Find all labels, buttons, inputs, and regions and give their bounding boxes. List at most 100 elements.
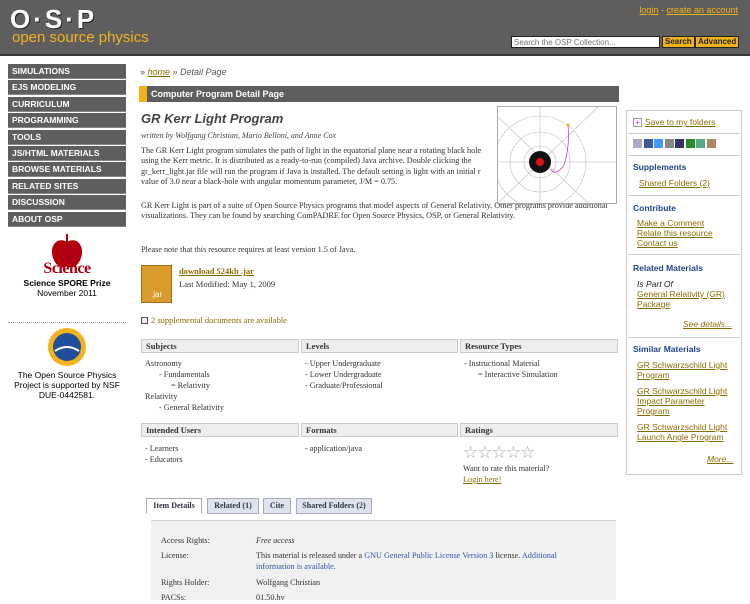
nsf-support: The Open Source Physics Project is suppo… <box>8 322 126 400</box>
pacs-label: PACSs: <box>161 593 187 602</box>
breadcrumb-prefix: » <box>140 67 148 77</box>
intended-users-heading: Intended Users <box>141 423 299 437</box>
level-item: - Upper Undergraduate <box>305 359 381 368</box>
similar-material-link[interactable]: GR Schwarzschild Light Impact Parameter … <box>637 386 737 416</box>
gpl-link[interactable]: GNU General Public License Version 3 <box>364 551 493 560</box>
level-item: - Graduate/Professional <box>305 381 383 390</box>
save-label: Save to my folders <box>645 117 716 127</box>
subject-item: = Relativity <box>171 381 210 390</box>
make-comment-link[interactable]: Make a Comment <box>637 218 704 228</box>
nav-programming[interactable]: PROGRAMMING <box>8 113 126 129</box>
format-item: - application/java <box>305 444 363 453</box>
gr-package-link[interactable]: General Relativity (GR) Package <box>637 289 737 309</box>
see-details-link[interactable]: See details... <box>683 319 732 329</box>
rate-question: Want to rate this material? <box>463 464 550 473</box>
nsf-logo-icon[interactable] <box>47 327 87 367</box>
formats-list: - application/java <box>305 443 362 454</box>
similar-material-link[interactable]: GR Schwarzschild Light Program <box>637 360 737 380</box>
jar-file-icon[interactable]: .jar <box>141 265 172 303</box>
stumble-icon[interactable] <box>685 139 695 148</box>
subject-item: - Fundamentals <box>159 370 210 379</box>
tab-item-details[interactable]: Item Details <box>146 498 202 514</box>
advanced-search-button[interactable]: Advanced <box>695 36 740 48</box>
main-nav: SIMULATIONS EJS MODELING CURRICULUM PROG… <box>8 64 126 228</box>
nav-js-html-materials[interactable]: JS/HTML MATERIALS <box>8 145 126 161</box>
license-suffix: license. <box>493 551 522 560</box>
level-item: - Lower Undergraduate <box>305 370 382 379</box>
expand-icon[interactable] <box>141 317 148 324</box>
levels-heading: Levels <box>301 339 458 353</box>
subject-item: - General Relativity <box>159 403 225 412</box>
contribute-heading: Contribute <box>633 203 676 213</box>
resource-types-heading: Resource Types <box>460 339 618 353</box>
levels-list: - Upper Undergraduate - Lower Undergradu… <box>305 358 383 391</box>
rate-prompt: Want to rate this material? Login here! <box>463 463 549 485</box>
download-link[interactable]: download 524kb .jar <box>179 266 254 276</box>
tab-shared-folders[interactable]: Shared Folders (2) <box>296 498 372 514</box>
nav-browse-materials[interactable]: BROWSE MATERIALS <box>8 162 126 178</box>
contact-us-link[interactable]: Contact us <box>637 238 678 248</box>
divider <box>628 254 740 255</box>
type-item: = Interactive Simulation <box>478 370 558 379</box>
nav-simulations[interactable]: SIMULATIONS <box>8 64 126 79</box>
plus-icon: + <box>633 118 642 127</box>
bookmark-icon[interactable] <box>664 139 674 148</box>
login-to-rate-link[interactable]: Login here! <box>463 474 549 485</box>
access-rights-value: Free access <box>256 536 295 545</box>
ratings-heading: Ratings <box>460 423 618 437</box>
user-item: - Educators <box>145 455 183 464</box>
subjects-heading: Subjects <box>141 339 299 353</box>
breadcrumb: » home » Detail Page <box>140 67 227 77</box>
program-screenshot[interactable] <box>493 106 617 209</box>
search-input[interactable] <box>511 36 660 48</box>
divider <box>628 195 740 196</box>
nav-discussion[interactable]: DISCUSSION <box>8 195 126 211</box>
nav-tools[interactable]: TOOLS <box>8 129 126 145</box>
supplemental-label: 2 supplemental documents are available <box>151 315 287 325</box>
facebook-icon[interactable] <box>643 139 653 148</box>
section-bar: Computer Program Detail Page <box>139 86 619 102</box>
nav-ejs-modeling[interactable]: EJS MODELING <box>8 80 126 96</box>
similar-material-link[interactable]: GR Schwarzschild Light Launch Angle Prog… <box>637 422 737 442</box>
search-button[interactable]: Search <box>662 36 695 48</box>
formats-heading: Formats <box>301 423 458 437</box>
user-item: - Learners <box>145 444 179 453</box>
nav-related-sites[interactable]: RELATED SITES <box>8 178 126 194</box>
tab-cite[interactable]: Cite <box>263 498 291 514</box>
more-link[interactable]: More... <box>707 454 733 464</box>
license-text: This material is released under a <box>256 551 365 560</box>
supplemental-toggle[interactable]: 2 supplemental documents are available <box>141 315 287 325</box>
resource-types-list: - Instructional Material = Interactive S… <box>464 358 558 380</box>
share-add-icon[interactable] <box>633 139 642 148</box>
pacs-value: 01.50.hv <box>256 593 285 602</box>
science-apple-icon <box>47 232 87 274</box>
type-item: - Instructional Material <box>464 359 540 368</box>
award-title: Science SPORE Prize <box>23 278 111 288</box>
nsf-text: The Open Source Physics Project is suppo… <box>14 370 120 400</box>
share-icon[interactable] <box>696 139 705 148</box>
nav-curriculum[interactable]: CURRICULUM <box>8 96 126 112</box>
divider <box>628 337 740 338</box>
twitter-icon[interactable] <box>654 139 663 148</box>
nav-about-osp[interactable]: ABOUT OSP <box>8 211 126 227</box>
subjects-list: Astronomy - Fundamentals = Relativity Re… <box>145 358 224 413</box>
divider <box>628 155 740 156</box>
login-link[interactable]: login <box>639 5 658 15</box>
site-header: O·S·P open source physics login - create… <box>0 0 750 56</box>
share-icons <box>633 139 717 150</box>
delicious-icon[interactable] <box>675 139 684 148</box>
subject-item: Relativity <box>145 392 178 401</box>
jar-label: .jar <box>151 290 163 299</box>
license-value: This material is released under a GNU Ge… <box>256 551 586 572</box>
relate-resource-link[interactable]: Relate this resource <box>637 228 713 238</box>
account-links: login - create an account <box>639 5 738 15</box>
save-to-folders[interactable]: + Save to my folders <box>633 117 715 127</box>
rights-holder-label: Rights Holder: <box>161 578 210 587</box>
science-award[interactable]: Science Science SPORE Prize November 201… <box>8 232 126 298</box>
breadcrumb-home[interactable]: home <box>148 67 171 77</box>
rating-stars-icon[interactable]: ☆☆☆☆☆ <box>463 443 535 463</box>
digg-icon[interactable] <box>706 139 716 148</box>
tab-related[interactable]: Related (1) <box>207 498 259 514</box>
create-account-link[interactable]: create an account <box>666 5 738 15</box>
shared-folders-link[interactable]: Shared Folders (2) <box>639 178 710 188</box>
